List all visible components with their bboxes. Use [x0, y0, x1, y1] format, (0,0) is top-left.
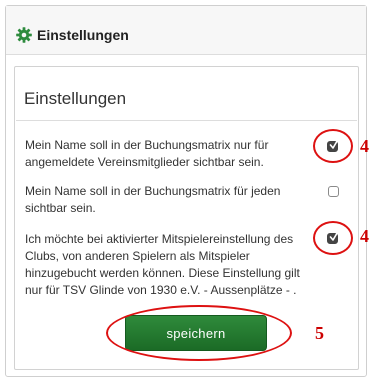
- option-public-checkbox[interactable]: [328, 186, 339, 197]
- annotation-number-4-second: 4: [360, 226, 369, 246]
- annotation-number-5: 5: [315, 323, 324, 343]
- window-header: Einstellungen: [6, 6, 366, 55]
- option-co-player-label: Ich möchte bei aktivierter Mitspielerein…: [25, 232, 300, 297]
- settings-panel: Einstellungen Mein Name soll in der Buch…: [14, 66, 369, 370]
- panel-divider: [16, 120, 357, 121]
- option-co-player-checkbox[interactable]: [327, 230, 339, 244]
- save-button[interactable]: speichern: [125, 315, 267, 351]
- checkmark-icon: [329, 230, 339, 241]
- gear-icon: [16, 27, 32, 43]
- save-button-label: speichern: [166, 326, 226, 341]
- option-members-only-checkbox[interactable]: [327, 138, 339, 152]
- settings-window: Einstellungen Einstellungen Mein Name so…: [5, 5, 369, 377]
- annotation-number-4-first: 4: [360, 136, 369, 156]
- window-title: Einstellungen: [37, 27, 129, 43]
- option-public-label: Mein Name soll in der Buchungsmatrix für…: [25, 184, 281, 215]
- checkmark-icon: [329, 138, 339, 149]
- panel-title: Einstellungen: [24, 89, 127, 108]
- option-members-only-label: Mein Name soll in der Buchungsmatrix nur…: [25, 138, 269, 169]
